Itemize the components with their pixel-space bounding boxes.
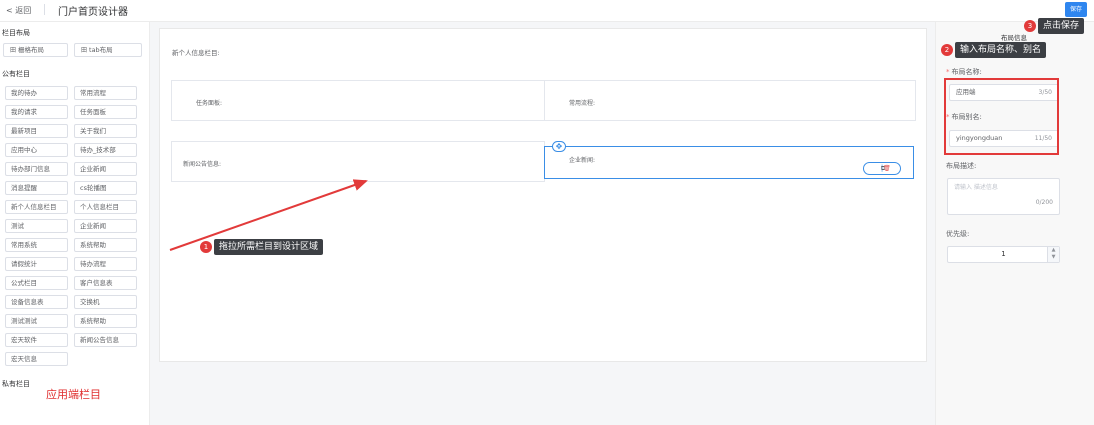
callout-tip-3: 点击保存 (1038, 18, 1085, 34)
callout-badge-3: 3 (1024, 20, 1036, 32)
callout-badge-2: 2 (941, 44, 953, 56)
callout-badge-1: 1 (200, 241, 212, 253)
drag-arrow (169, 179, 368, 251)
callout-tip-1: 拖拉所需栏目到设计区域 (214, 239, 324, 255)
callout-tip-2: 输入布局名称、别名 (955, 42, 1047, 58)
designer-page: < 返回 门户首页设计器 保存 栏目布局 田栅格布局 田 tab布局 公有栏目 我… (0, 0, 1094, 425)
